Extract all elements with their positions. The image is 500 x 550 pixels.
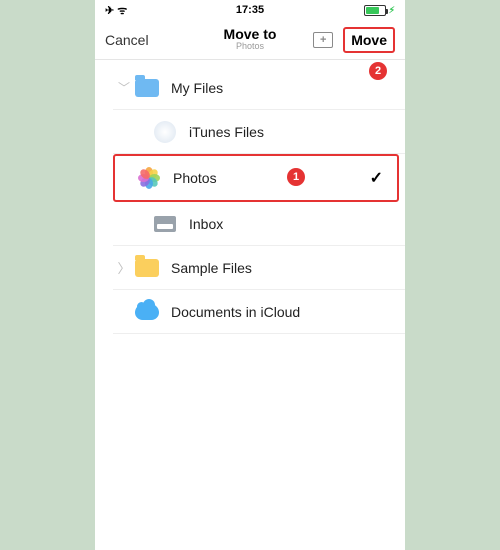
row-label: Documents in iCloud bbox=[171, 304, 391, 320]
row-sample-files[interactable]: 〉 Sample Files bbox=[113, 246, 405, 290]
row-label: My Files bbox=[171, 80, 391, 96]
row-itunes-files[interactable]: iTunes Files bbox=[113, 110, 405, 154]
new-folder-icon[interactable]: + bbox=[313, 32, 333, 48]
checkmark-icon: ✓ bbox=[370, 168, 383, 188]
itunes-icon bbox=[154, 121, 176, 143]
nav-title: Move to bbox=[224, 27, 277, 42]
nav-bar: Cancel Move to Photos + Move 2 bbox=[95, 20, 405, 60]
annotation-badge-2: 2 bbox=[369, 62, 387, 80]
airplane-icon: ✈ bbox=[105, 4, 114, 17]
chevron-down-icon[interactable]: ﹀ bbox=[115, 79, 133, 96]
folder-list: ﹀ My Files iTunes Files Photos ✓ 1 Inbox… bbox=[95, 66, 405, 334]
charging-icon: ⚡︎ bbox=[389, 5, 395, 16]
photos-icon bbox=[138, 167, 160, 189]
phone-frame: ✈ ᯤ 17:35 ⚡︎ Cancel Move to Photos + Mov… bbox=[95, 0, 405, 550]
row-label: Photos bbox=[173, 170, 370, 186]
folder-icon bbox=[135, 259, 159, 277]
row-label: iTunes Files bbox=[189, 124, 391, 140]
inbox-icon bbox=[154, 216, 176, 232]
status-time: 17:35 bbox=[236, 4, 264, 16]
row-label: Inbox bbox=[189, 216, 391, 232]
selected-row-highlight: Photos ✓ 1 bbox=[113, 154, 399, 202]
cancel-button[interactable]: Cancel bbox=[105, 32, 149, 48]
plus-icon: + bbox=[320, 34, 326, 46]
row-my-files[interactable]: ﹀ My Files bbox=[113, 66, 405, 110]
folder-icon bbox=[135, 79, 159, 97]
row-icloud[interactable]: Documents in iCloud bbox=[113, 290, 405, 334]
row-photos[interactable]: Photos ✓ bbox=[115, 156, 397, 200]
row-inbox[interactable]: Inbox bbox=[113, 202, 405, 246]
nav-subtitle: Photos bbox=[224, 42, 277, 52]
status-bar: ✈ ᯤ 17:35 ⚡︎ bbox=[95, 0, 405, 20]
annotation-badge-1: 1 bbox=[287, 168, 305, 186]
icloud-icon bbox=[135, 304, 159, 320]
battery-icon bbox=[364, 5, 386, 16]
wifi-icon: ᯤ bbox=[117, 3, 127, 18]
move-button[interactable]: Move bbox=[343, 27, 395, 53]
row-label: Sample Files bbox=[171, 260, 391, 276]
chevron-right-icon[interactable]: 〉 bbox=[115, 258, 133, 277]
